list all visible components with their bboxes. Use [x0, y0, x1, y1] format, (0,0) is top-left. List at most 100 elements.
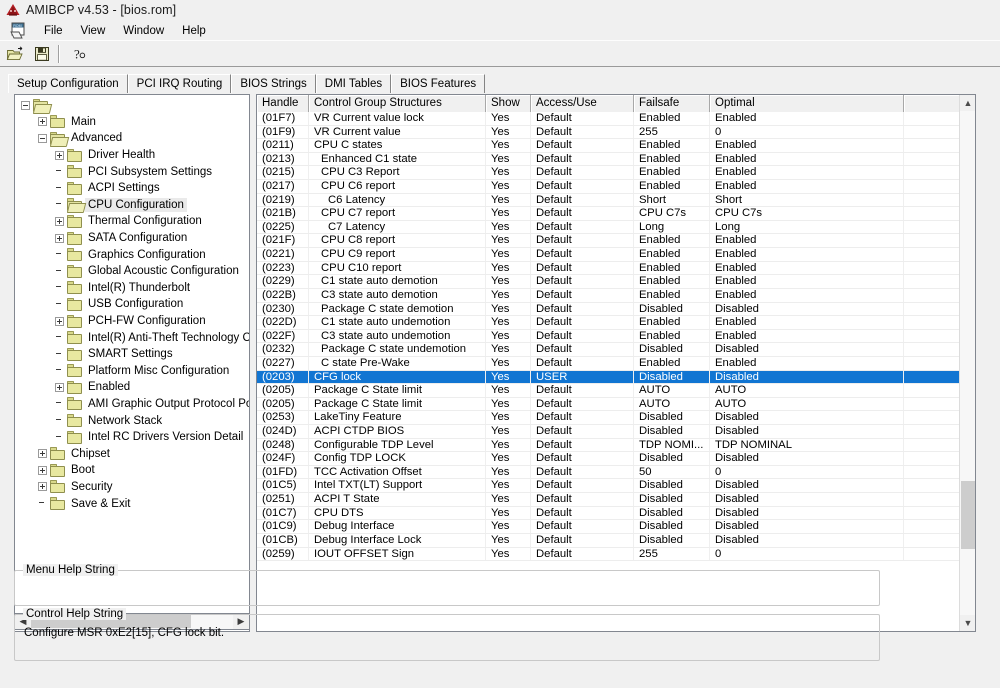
menu-window[interactable]: Window: [114, 23, 173, 39]
tree-expand-icon[interactable]: [38, 465, 47, 475]
grid-column-header[interactable]: Access/Use: [531, 95, 634, 112]
tree-node[interactable]: USB Configuration: [15, 296, 249, 313]
tree-expand-icon[interactable]: [55, 233, 64, 243]
setup-tree-panel[interactable]: Main Advanced Driver Health PCI Subsystem S…: [14, 94, 250, 632]
save-file-button[interactable]: [30, 42, 54, 65]
tree-node[interactable]: Graphics Configuration: [15, 246, 249, 263]
tree-node[interactable]: CPU Configuration: [15, 197, 249, 214]
tree-expand-icon[interactable]: [55, 150, 64, 160]
tab-dmi-tables[interactable]: DMI Tables: [315, 74, 392, 93]
grid-row[interactable]: (024F) Config TDP LOCK Yes Default Disabled D…: [257, 452, 959, 466]
menu-help[interactable]: Help: [173, 23, 215, 39]
tree-expand-icon[interactable]: [55, 216, 64, 226]
grid-row[interactable]: (022B) C3 state auto demotion Yes Default En…: [257, 288, 959, 303]
grid-row[interactable]: (022F) C3 state auto undemotion Yes Default…: [257, 329, 959, 344]
grid-column-header[interactable]: Optimal: [710, 95, 904, 112]
tree-node[interactable]: Global Acoustic Configuration: [15, 263, 249, 280]
tree-node[interactable]: Enabled: [15, 379, 249, 396]
grid-row[interactable]: (0211) CPU C states Yes Default Enabled Enabl…: [257, 139, 959, 153]
grid-column-header[interactable]: Show: [486, 95, 531, 112]
grid-column-header[interactable]: Failsafe: [634, 95, 710, 112]
tree-node[interactable]: Thermal Configuration: [15, 213, 249, 230]
grid-row[interactable]: (0221) CPU C9 report Yes Default Enabled Enab…: [257, 248, 959, 262]
grid-row[interactable]: (022D) C1 state auto undemotion Yes Default…: [257, 316, 959, 330]
grid-row[interactable]: (0205) Package C State limit Yes Default AUT…: [257, 384, 959, 398]
grid-row[interactable]: (0203) CFG lock Yes USER Disabled Disabled: [257, 370, 959, 385]
grid-row[interactable]: (01CB) Debug Interface Lock Yes Default Disa…: [257, 533, 959, 548]
tree-node[interactable]: Platform Misc Configuration: [15, 363, 249, 380]
grid-row[interactable]: (0232) Package C state undemotion Yes Defau…: [257, 343, 959, 357]
settings-grid-panel[interactable]: Handle Control Group Structures Show Access…: [256, 94, 976, 632]
open-file-button[interactable]: [3, 42, 27, 65]
rom-document-icon[interactable]: ROM: [10, 22, 30, 39]
grid-row[interactable]: (0253) LakeTiny Feature Yes Default Disabled…: [257, 411, 959, 426]
grid-row[interactable]: (01FD) TCC Activation Offset Yes Default 50 0: [257, 465, 959, 480]
grid-cell-access: Default: [531, 302, 634, 316]
grid-row[interactable]: (024D) ACPI CTDP BIOS Yes Default Disabled Di…: [257, 425, 959, 439]
tree-node[interactable]: SATA Configuration: [15, 230, 249, 247]
tree-node-label: Driver Health: [88, 149, 156, 162]
tree-node[interactable]: Save & Exit: [15, 495, 249, 512]
tree-node[interactable]: PCH-FW Configuration: [15, 313, 249, 330]
tab-pci-irq-routing[interactable]: PCI IRQ Routing: [127, 74, 232, 93]
tree-node[interactable]: Security: [15, 479, 249, 496]
grid-row[interactable]: (0223) CPU C10 report Yes Default Enabled Ena…: [257, 261, 959, 276]
tab-bios-strings[interactable]: BIOS Strings: [231, 74, 316, 93]
grid-row[interactable]: (0229) C1 state auto demotion Yes Default En…: [257, 275, 959, 289]
tree-node[interactable]: Chipset: [15, 445, 249, 462]
grid-row[interactable]: (021F) CPU C8 report Yes Default Enabled Enab…: [257, 234, 959, 249]
scroll-down-arrow-icon[interactable]: ▼: [960, 615, 975, 631]
grid-vscroll-thumb[interactable]: [961, 481, 975, 549]
grid-cell-optimal: 0: [710, 465, 904, 479]
grid-column-header[interactable]: [904, 95, 964, 112]
tab-setup-configuration[interactable]: Setup Configuration: [8, 74, 128, 93]
grid-row[interactable]: (0248) Configurable TDP Level Yes Default TD…: [257, 438, 959, 453]
grid-row[interactable]: (0205) Package C State limit Yes Default AUT…: [257, 397, 959, 412]
scroll-up-arrow-icon[interactable]: ▲: [960, 95, 975, 111]
tree-node[interactable]: Intel(R) Anti-Theft Technology Co: [15, 329, 249, 346]
grid-row[interactable]: (0215) CPU C3 Report Yes Default Enabled Enab…: [257, 166, 959, 181]
grid-row[interactable]: (0230) Package C state demotion Yes Default…: [257, 302, 959, 317]
tree-node[interactable]: Main: [15, 114, 249, 131]
tree-expand-icon[interactable]: [38, 449, 47, 459]
tree-expand-icon[interactable]: [38, 482, 47, 492]
menu-view[interactable]: View: [72, 23, 115, 39]
tree-node[interactable]: Driver Health: [15, 147, 249, 164]
grid-cell-name: C6 Latency: [309, 193, 486, 207]
grid-vertical-scrollbar[interactable]: ▲ ▼: [959, 95, 975, 631]
grid-row[interactable]: (0259) IOUT OFFSET Sign Yes Default 255 0: [257, 547, 959, 562]
tab-bios-features[interactable]: BIOS Features: [391, 74, 486, 93]
tree-node[interactable]: AMI Graphic Output Protocol Poli: [15, 396, 249, 413]
grid-row[interactable]: (01F9) VR Current value Yes Default 255 0: [257, 125, 959, 140]
help-button[interactable]: ?: [67, 42, 91, 65]
menu-file[interactable]: File: [35, 23, 72, 39]
grid-column-header[interactable]: Handle: [257, 95, 309, 112]
tree-expand-icon[interactable]: [55, 316, 64, 326]
grid-row[interactable]: (01C7) CPU DTS Yes Default Disabled Disabled: [257, 506, 959, 521]
grid-row[interactable]: (01C5) Intel TXT(LT) Support Yes Default Dis…: [257, 479, 959, 494]
grid-row[interactable]: (0219) C6 Latency Yes Default Short Short: [257, 193, 959, 208]
tree-node[interactable]: ACPI Settings: [15, 180, 249, 197]
tree-node[interactable]: Advanced: [15, 130, 249, 147]
grid-row[interactable]: (0213) Enhanced C1 state Yes Default Enabled…: [257, 152, 959, 167]
tree-expand-icon[interactable]: [38, 117, 47, 127]
grid-row[interactable]: (0217) CPU C6 report Yes Default Enabled Enab…: [257, 180, 959, 194]
tree-node[interactable]: SMART Settings: [15, 346, 249, 363]
grid-row[interactable]: (0251) ACPI T State Yes Default Disabled Disa…: [257, 493, 959, 507]
tree-node[interactable]: Intel RC Drivers Version Detail: [15, 429, 249, 446]
tree-node[interactable]: PCI Subsystem Settings: [15, 163, 249, 180]
tree-expand-icon[interactable]: [55, 382, 64, 392]
tree-collapse-icon[interactable]: [38, 133, 47, 143]
tree-collapse-icon[interactable]: [21, 100, 30, 110]
grid-column-header[interactable]: Control Group Structures: [309, 95, 486, 112]
grid-cell-show: Yes: [486, 452, 531, 465]
grid-row[interactable]: (01F7) VR Current value lock Yes Default Ena…: [257, 112, 959, 126]
grid-row[interactable]: (0225) C7 Latency Yes Default Long Long: [257, 220, 959, 235]
tree-node[interactable]: Intel(R) Thunderbolt: [15, 280, 249, 297]
grid-row[interactable]: (0227) C state Pre-Wake Yes Default Enabled E…: [257, 356, 959, 371]
grid-row[interactable]: (01C9) Debug Interface Yes Default Disabled D…: [257, 520, 959, 534]
tree-node[interactable]: [15, 97, 249, 114]
tree-node[interactable]: Boot: [15, 462, 249, 479]
grid-row[interactable]: (021B) CPU C7 report Yes Default CPU C7s CPU …: [257, 207, 959, 221]
tree-node[interactable]: Network Stack: [15, 412, 249, 429]
